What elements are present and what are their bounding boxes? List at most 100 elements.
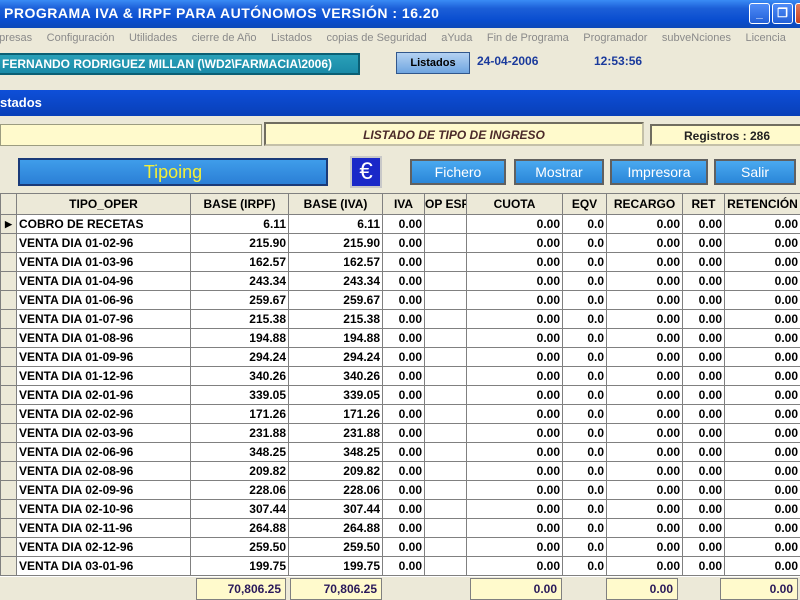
table-row[interactable]: VENTA DIA 02-09-96 228.06 228.06 0.00 0.00 0.… bbox=[0, 480, 800, 500]
title-bar[interactable]: PROGRAMA IVA & IRPF PARA AUTÓNOMOS VERSI… bbox=[0, 0, 800, 28]
row-indicator[interactable] bbox=[0, 290, 17, 310]
cell-eqv[interactable]: 0.0 bbox=[562, 404, 607, 424]
table-row[interactable]: VENTA DIA 02-08-96 209.82 209.82 0.00 0.00 0.… bbox=[0, 461, 800, 481]
cell-recargo[interactable]: 0.00 bbox=[606, 537, 683, 557]
header-eqv[interactable]: EQV bbox=[562, 193, 607, 215]
cell-eqv[interactable]: 0.0 bbox=[562, 214, 607, 234]
fichero-button[interactable]: Fichero bbox=[410, 159, 506, 185]
cell-retencion[interactable]: 0.00 bbox=[724, 499, 800, 519]
cell-op-esp[interactable] bbox=[424, 366, 467, 386]
cell-op-esp[interactable] bbox=[424, 252, 467, 272]
cell-base-irpf[interactable]: 171.26 bbox=[190, 404, 289, 424]
table-row[interactable]: VENTA DIA 02-12-96 259.50 259.50 0.00 0.00 0.… bbox=[0, 537, 800, 557]
data-grid[interactable]: TIPO_OPER BASE (IRPF) BASE (IVA) IVA OP … bbox=[0, 193, 800, 577]
cell-eqv[interactable]: 0.0 bbox=[562, 233, 607, 253]
cell-eqv[interactable]: 0.0 bbox=[562, 290, 607, 310]
cell-retencion[interactable]: 0.00 bbox=[724, 385, 800, 405]
cell-base-iva[interactable]: 215.90 bbox=[288, 233, 383, 253]
cell-eqv[interactable]: 0.0 bbox=[562, 480, 607, 500]
cell-cuota[interactable]: 0.00 bbox=[466, 442, 563, 462]
row-indicator[interactable] bbox=[0, 233, 17, 253]
cell-iva[interactable]: 0.00 bbox=[382, 233, 425, 253]
cell-retencion[interactable]: 0.00 bbox=[724, 328, 800, 348]
table-row[interactable]: VENTA DIA 01-04-96 243.34 243.34 0.00 0.00 0.… bbox=[0, 271, 800, 291]
cell-tipo-oper[interactable]: VENTA DIA 02-10-96 bbox=[16, 499, 191, 519]
cell-op-esp[interactable] bbox=[424, 271, 467, 291]
header-iva[interactable]: IVA bbox=[382, 193, 425, 215]
row-indicator[interactable] bbox=[0, 252, 17, 272]
mostrar-button[interactable]: Mostrar bbox=[514, 159, 604, 185]
cell-ret[interactable]: 0.00 bbox=[682, 252, 725, 272]
cell-base-irpf[interactable]: 340.26 bbox=[190, 366, 289, 386]
cell-eqv[interactable]: 0.0 bbox=[562, 347, 607, 367]
cell-op-esp[interactable] bbox=[424, 290, 467, 310]
cell-cuota[interactable]: 0.00 bbox=[466, 499, 563, 519]
cell-retencion[interactable]: 0.00 bbox=[724, 366, 800, 386]
cell-ret[interactable]: 0.00 bbox=[682, 537, 725, 557]
cell-retencion[interactable]: 0.00 bbox=[724, 480, 800, 500]
row-indicator[interactable] bbox=[0, 366, 17, 386]
cell-ret[interactable]: 0.00 bbox=[682, 480, 725, 500]
menu-item-empresas[interactable]: mpresas bbox=[0, 30, 32, 46]
cell-iva[interactable]: 0.00 bbox=[382, 385, 425, 405]
cell-ret[interactable]: 0.00 bbox=[682, 518, 725, 538]
cell-recargo[interactable]: 0.00 bbox=[606, 233, 683, 253]
cell-iva[interactable]: 0.00 bbox=[382, 328, 425, 348]
cell-recargo[interactable]: 0.00 bbox=[606, 499, 683, 519]
impresora-button[interactable]: Impresora bbox=[610, 159, 708, 185]
table-row[interactable]: VENTA DIA 01-02-96 215.90 215.90 0.00 0.00 0.… bbox=[0, 233, 800, 253]
table-row[interactable]: VENTA DIA 01-07-96 215.38 215.38 0.00 0.00 0.… bbox=[0, 309, 800, 329]
cell-retencion[interactable]: 0.00 bbox=[724, 290, 800, 310]
cell-ret[interactable]: 0.00 bbox=[682, 461, 725, 481]
cell-recargo[interactable]: 0.00 bbox=[606, 461, 683, 481]
cell-tipo-oper[interactable]: VENTA DIA 01-12-96 bbox=[16, 366, 191, 386]
menu-item-subvenciones[interactable]: subveNciones bbox=[662, 30, 731, 46]
cell-iva[interactable]: 0.00 bbox=[382, 423, 425, 443]
cell-base-iva[interactable]: 215.38 bbox=[288, 309, 383, 329]
cell-cuota[interactable]: 0.00 bbox=[466, 328, 563, 348]
cell-base-iva[interactable]: 6.11 bbox=[288, 214, 383, 234]
cell-base-irpf[interactable]: 199.75 bbox=[190, 556, 289, 576]
cell-base-iva[interactable]: 259.67 bbox=[288, 290, 383, 310]
cell-cuota[interactable]: 0.00 bbox=[466, 385, 563, 405]
cell-base-iva[interactable]: 307.44 bbox=[288, 499, 383, 519]
salir-button[interactable]: Salir bbox=[714, 159, 796, 185]
cell-base-iva[interactable]: 231.88 bbox=[288, 423, 383, 443]
row-indicator[interactable] bbox=[0, 556, 17, 576]
cell-base-iva[interactable]: 162.57 bbox=[288, 252, 383, 272]
cell-recargo[interactable]: 0.00 bbox=[606, 518, 683, 538]
cell-tipo-oper[interactable]: VENTA DIA 01-04-96 bbox=[16, 271, 191, 291]
cell-cuota[interactable]: 0.00 bbox=[466, 233, 563, 253]
cell-retencion[interactable]: 0.00 bbox=[724, 252, 800, 272]
row-indicator[interactable] bbox=[0, 499, 17, 519]
row-indicator[interactable] bbox=[0, 309, 17, 329]
menu-item-ayuda[interactable]: aYuda bbox=[441, 30, 472, 46]
cell-retencion[interactable]: 0.00 bbox=[724, 537, 800, 557]
cell-base-irpf[interactable]: 243.34 bbox=[190, 271, 289, 291]
cell-ret[interactable]: 0.00 bbox=[682, 442, 725, 462]
cell-cuota[interactable]: 0.00 bbox=[466, 347, 563, 367]
table-row[interactable]: VENTA DIA 02-02-96 171.26 171.26 0.00 0.00 0.… bbox=[0, 404, 800, 424]
cell-iva[interactable]: 0.00 bbox=[382, 290, 425, 310]
cell-eqv[interactable]: 0.0 bbox=[562, 461, 607, 481]
cell-recargo[interactable]: 0.00 bbox=[606, 385, 683, 405]
cell-eqv[interactable]: 0.0 bbox=[562, 518, 607, 538]
cell-base-iva[interactable]: 171.26 bbox=[288, 404, 383, 424]
row-indicator[interactable] bbox=[0, 423, 17, 443]
cell-recargo[interactable]: 0.00 bbox=[606, 404, 683, 424]
cell-retencion[interactable]: 0.00 bbox=[724, 423, 800, 443]
cell-ret[interactable]: 0.00 bbox=[682, 385, 725, 405]
cell-cuota[interactable]: 0.00 bbox=[466, 556, 563, 576]
cell-retencion[interactable]: 0.00 bbox=[724, 404, 800, 424]
cell-ret[interactable]: 0.00 bbox=[682, 556, 725, 576]
cell-op-esp[interactable] bbox=[424, 233, 467, 253]
table-row[interactable]: VENTA DIA 02-01-96 339.05 339.05 0.00 0.00 0.… bbox=[0, 385, 800, 405]
cell-base-irpf[interactable]: 231.88 bbox=[190, 423, 289, 443]
row-indicator[interactable] bbox=[0, 442, 17, 462]
menu-item-cierre[interactable]: cierre de Año bbox=[192, 30, 257, 46]
cell-tipo-oper[interactable]: VENTA DIA 01-08-96 bbox=[16, 328, 191, 348]
cell-recargo[interactable]: 0.00 bbox=[606, 480, 683, 500]
cell-eqv[interactable]: 0.0 bbox=[562, 328, 607, 348]
cell-tipo-oper[interactable]: VENTA DIA 01-06-96 bbox=[16, 290, 191, 310]
cell-recargo[interactable]: 0.00 bbox=[606, 271, 683, 291]
